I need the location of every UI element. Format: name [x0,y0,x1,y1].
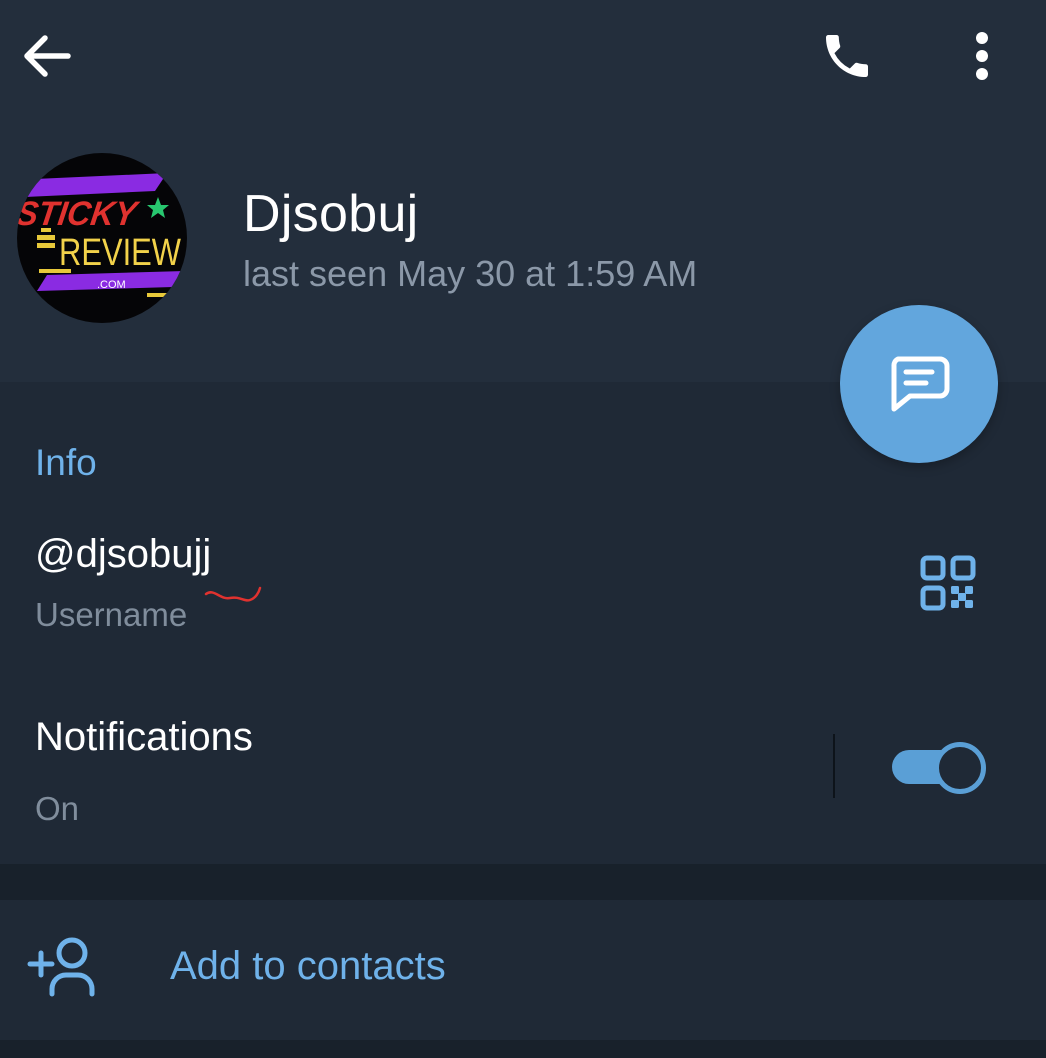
qr-code-button[interactable] [914,552,982,614]
more-vertical-icon [976,32,988,80]
add-to-contacts-button[interactable]: Add to contacts [0,900,1046,1040]
profile-name: Djsobuj [243,185,419,243]
annotation-squiggle [204,586,262,602]
profile-screen: STICKY REVIEW .COM Djsobuj last seen May… [0,0,1046,1058]
call-button[interactable] [812,24,882,88]
add-to-contacts-label: Add to contacts [170,944,446,988]
notifications-divider [833,734,835,798]
add-user-icon [27,937,95,997]
last-seen-status: last seen May 30 at 1:59 AM [243,253,698,294]
bottom-divider [0,1040,1046,1058]
toggle-knob [934,742,986,794]
phone-icon [826,35,868,77]
notifications-status: On [35,790,80,827]
username-label: Username [35,596,188,633]
avatar-text-sticky: STICKY [17,195,142,233]
avatar-logo: STICKY REVIEW .COM [17,173,185,297]
avatar-text-com: .COM [97,279,126,291]
username-value[interactable]: @djsobujj [35,532,211,577]
avatar[interactable]: STICKY REVIEW .COM [17,153,187,323]
section-divider [0,864,1046,900]
qr-code-icon [920,555,976,611]
send-message-button[interactable] [840,305,998,463]
section-title-info: Info [35,442,97,483]
arrow-left-icon [24,35,71,77]
notifications-toggle[interactable] [888,738,990,796]
message-icon [891,356,950,412]
back-button[interactable] [14,26,78,86]
avatar-text-review: REVIEW [59,232,181,274]
notifications-label[interactable]: Notifications [35,715,253,760]
more-options-button[interactable] [958,24,1006,88]
